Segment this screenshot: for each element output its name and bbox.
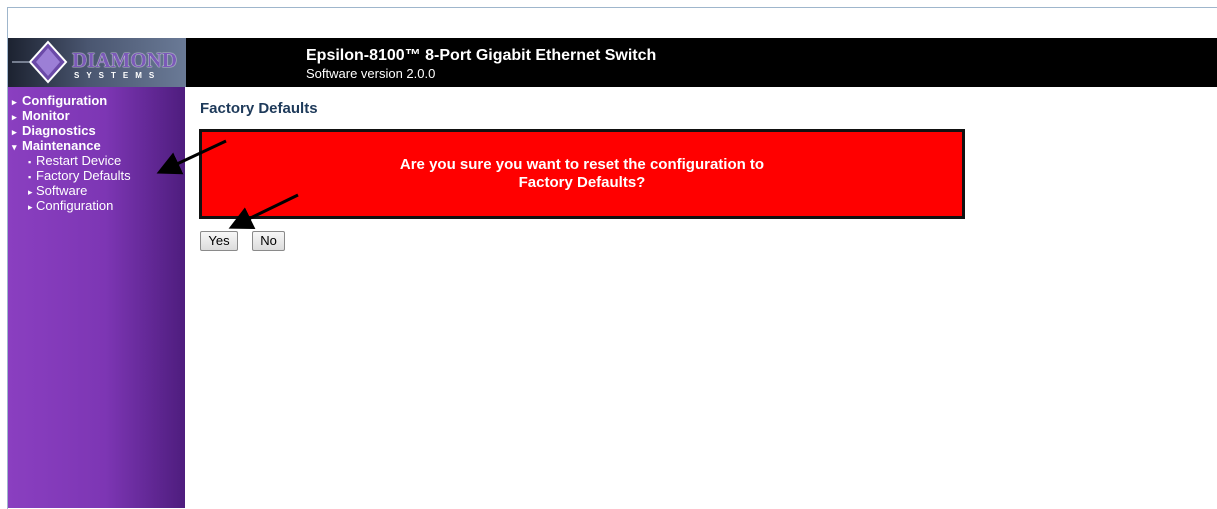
sidebar-item-label: Maintenance (22, 138, 101, 153)
sidebar-item-label: Restart Device (36, 153, 122, 168)
yes-button[interactable]: Yes (200, 231, 238, 251)
page-title: Factory Defaults (200, 100, 318, 117)
sidebar-item-maintenance[interactable]: ▾ Maintenance (12, 138, 131, 153)
sidebar-item-factory-defaults[interactable]: ▪ Factory Defaults (12, 168, 131, 183)
logo-wordmark: DIAMOND (72, 48, 177, 72)
confirmation-alert-box: Are you sure you want to reset the confi… (199, 129, 965, 219)
sidebar-item-label: Factory Defaults (36, 168, 131, 183)
sidebar-item-label: Configuration (36, 198, 114, 213)
sidebar-item-label: Diagnostics (22, 123, 96, 138)
device-title: Epsilon-8100™ 8-Port Gigabit Ethernet Sw… (306, 47, 657, 64)
no-button[interactable]: No (252, 231, 285, 251)
sidebar-item-configuration[interactable]: ▸ Configuration (12, 93, 131, 108)
alert-line-1: Are you sure you want to reset the confi… (399, 156, 765, 173)
sidebar-menu: ▸ Configuration ▸ Monitor ▸ Diagnostics ▾ Ma… (8, 87, 185, 508)
logo-subtext: SYSTEMS (74, 71, 162, 80)
header-bar: DIAMOND SYSTEMS Epsilon-8100™ 8-Port Gig… (8, 38, 1217, 87)
software-version: Software version 2.0.0 (306, 66, 436, 81)
chevron-down-icon: ▾ (12, 142, 17, 152)
alert-message: Are you sure you want to reset the confi… (202, 156, 962, 192)
alert-line-2: Factory Defaults? (518, 174, 646, 191)
sidebar-item-monitor[interactable]: ▸ Monitor (12, 108, 131, 123)
diamond-systems-logo: DIAMOND SYSTEMS (8, 38, 186, 87)
sidebar-item-restart-device[interactable]: ▪ Restart Device (12, 153, 131, 168)
sidebar-item-maintenance-configuration[interactable]: ▸ Configuration (12, 198, 131, 213)
sidebar-item-label: Configuration (22, 93, 108, 108)
chevron-right-icon: ▸ (28, 202, 33, 212)
sidebar-item-label: Software (36, 183, 88, 198)
sidebar-item-diagnostics[interactable]: ▸ Diagnostics (12, 123, 131, 138)
sidebar-item-label: Monitor (22, 108, 70, 123)
sidebar-item-software[interactable]: ▸ Software (12, 183, 131, 198)
